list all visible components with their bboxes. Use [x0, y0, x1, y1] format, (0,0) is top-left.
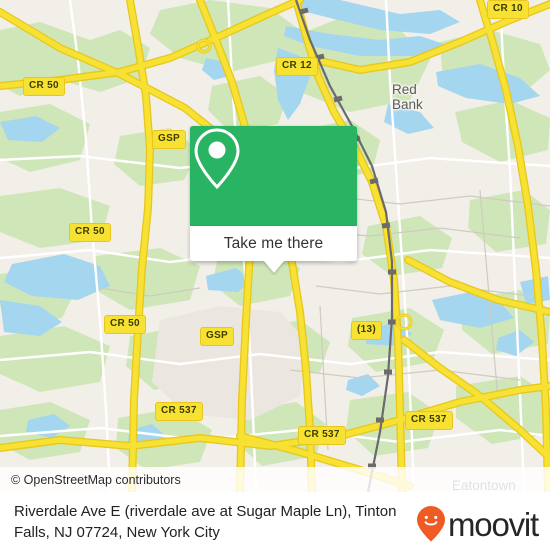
take-me-there-label: Take me there: [223, 234, 324, 252]
road-shield-cr-12[interactable]: CR 12: [276, 57, 318, 76]
moovit-wordmark: moovit: [448, 505, 539, 543]
road-shield-cr-50-b[interactable]: CR 50: [69, 223, 111, 242]
location-callout-card[interactable]: Take me there: [190, 126, 357, 273]
moovit-logo[interactable]: moovit: [416, 505, 539, 543]
road-shield-13[interactable]: (13): [351, 321, 382, 340]
callout-pointer-tail: [263, 261, 284, 273]
callout-icon-area: [190, 126, 357, 226]
footer-bar: Riverdale Ave E (riverdale ave at Sugar …: [0, 492, 550, 550]
place-label-red-bank: Red Bank: [392, 82, 423, 112]
road-shield-cr-10[interactable]: CR 10: [487, 0, 529, 19]
location-title: Riverdale Ave E (riverdale ave at Sugar …: [14, 503, 397, 541]
map-canvas[interactable]: CR 10 CR 12 CR 50 GSP CR 50 CR 50 GSP (1…: [0, 0, 550, 492]
road-shield-cr-537-c[interactable]: CR 537: [405, 411, 453, 430]
osm-attribution-text[interactable]: © OpenStreetMap contributors: [11, 473, 181, 487]
road-shield-gsp-a[interactable]: GSP: [152, 130, 187, 149]
road-shield-cr-50-c[interactable]: CR 50: [104, 315, 146, 334]
road-shield-cr-537-b[interactable]: CR 537: [298, 426, 346, 445]
moovit-map-screenshot: CR 10 CR 12 CR 50 GSP CR 50 CR 50 GSP (1…: [0, 0, 550, 550]
moovit-smiley-pin-icon: [417, 506, 445, 542]
road-shield-cr-50-a[interactable]: CR 50: [23, 77, 65, 96]
road-shield-gsp-b[interactable]: GSP: [200, 327, 235, 346]
road-shield-cr-537-a[interactable]: CR 537: [155, 402, 203, 421]
map-pin-icon: [194, 128, 240, 190]
map-attribution-bar: © OpenStreetMap contributors: [0, 467, 550, 492]
take-me-there-button[interactable]: Take me there: [190, 226, 357, 273]
